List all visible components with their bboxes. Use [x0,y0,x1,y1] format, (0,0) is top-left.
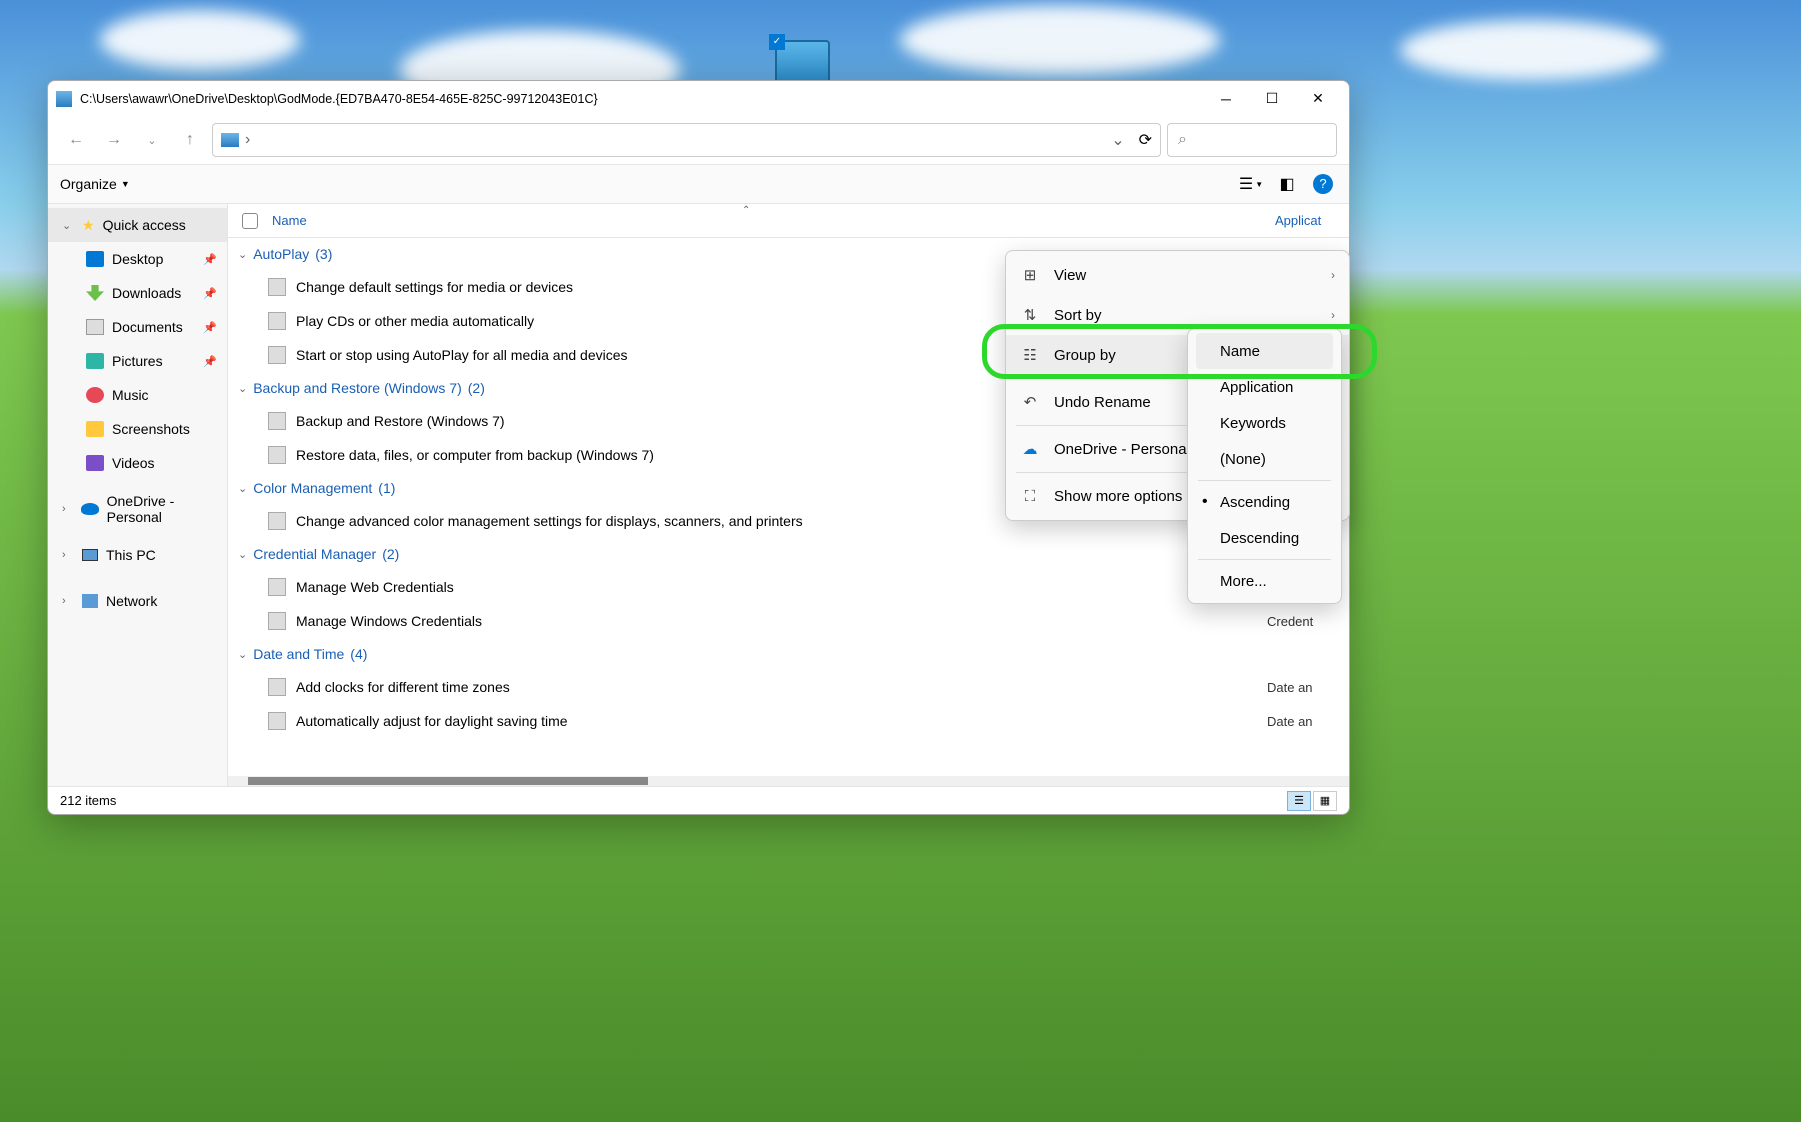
status-bar: 212 items ☰ ▦ [48,786,1349,814]
item-icon [268,412,286,430]
submenu-application[interactable]: Application [1196,369,1333,405]
sidebar-item-pictures[interactable]: Pictures📌 [48,344,227,378]
cloud-icon: ☁ [1020,439,1040,459]
search-input[interactable]: ⌕ [1167,123,1337,157]
quick-access-header[interactable]: ⌄★ Quick access [48,208,227,242]
address-bar[interactable]: › ⌄ ⟳ [212,123,1161,157]
sidebar-item-onedrive[interactable]: ›OneDrive - Personal [48,492,227,526]
column-header-row: Name⌃ Applicat [228,204,1349,238]
column-name[interactable]: Name⌃ [272,213,1275,228]
sidebar-item-network[interactable]: ›Network [48,584,227,618]
item-icon [268,578,286,596]
item-icon [268,712,286,730]
item-icon [268,346,286,364]
grid-icon: ⊞ [1020,265,1040,285]
chevron-right-icon: › [1331,308,1335,322]
bullet-icon: • [1202,493,1208,511]
breadcrumb-arrow: › [245,131,250,149]
desktop-shortcut-icon[interactable] [775,40,830,85]
group-header[interactable]: ⌄Date and Time (4) [228,638,1337,670]
expand-icon: ⛶ [1020,486,1040,506]
submenu-descending[interactable]: Descending [1196,520,1333,556]
thumbnails-view-button[interactable]: ▦ [1313,791,1337,811]
submenu-none[interactable]: (None) [1196,441,1333,477]
preview-pane-icon[interactable]: ◧ [1273,170,1301,198]
forward-button[interactable]: → [98,124,130,156]
sidebar-item-desktop[interactable]: Desktop📌 [48,242,227,276]
navigation-row: ← → ⌄ ↑ › ⌄ ⟳ ⌕ [48,116,1349,164]
submenu-more[interactable]: More... [1196,563,1333,599]
sidebar-item-music[interactable]: Music [48,378,227,412]
sort-indicator-icon: ⌃ [742,205,750,216]
help-button[interactable]: ? [1309,170,1337,198]
list-item[interactable]: Manage Windows CredentialsCredent [228,604,1337,638]
item-icon [268,312,286,330]
address-dropdown[interactable]: ⌄ [1111,130,1124,150]
column-application[interactable]: Applicat [1275,213,1335,228]
navigation-pane: ⌄★ Quick access Desktop📌 Downloads📌 Docu… [48,204,228,786]
sidebar-item-screenshots[interactable]: Screenshots [48,412,227,446]
item-icon [268,678,286,696]
toolbar: Organize▼ ☰▼ ◧ ? [48,164,1349,204]
item-count: 212 items [60,793,116,808]
list-item[interactable]: Add clocks for different time zonesDate … [228,670,1337,704]
pin-icon: 📌 [203,287,217,300]
pin-icon: 📌 [203,355,217,368]
chevron-right-icon: › [1331,268,1335,282]
minimize-button[interactable]: ─ [1203,84,1249,114]
details-view-button[interactable]: ☰ [1287,791,1311,811]
window-title: C:\Users\awawr\OneDrive\Desktop\GodMode.… [80,92,1203,106]
pin-icon: 📌 [203,253,217,266]
item-icon [268,278,286,296]
group-header[interactable]: ⌄Credential Manager (2) [228,538,1337,570]
item-icon [268,446,286,464]
horizontal-scrollbar[interactable] [228,776,1349,786]
search-icon: ⌕ [1178,131,1187,149]
submenu-name[interactable]: Name [1196,333,1333,369]
maximize-button[interactable]: ☐ [1249,84,1295,114]
list-item[interactable]: Automatically adjust for daylight saving… [228,704,1337,738]
menu-view[interactable]: ⊞ View › [1006,255,1349,295]
item-icon [268,612,286,630]
menu-separator [1198,480,1331,481]
sort-icon: ⇅ [1020,305,1040,325]
refresh-button[interactable]: ⟳ [1139,130,1152,150]
submenu-ascending[interactable]: •Ascending [1196,484,1333,520]
item-icon [268,512,286,530]
recent-dropdown[interactable]: ⌄ [136,124,168,156]
undo-icon: ↶ [1020,392,1040,412]
back-button[interactable]: ← [60,124,92,156]
sidebar-item-videos[interactable]: Videos [48,446,227,480]
select-all-checkbox[interactable] [242,213,258,229]
sidebar-item-documents[interactable]: Documents📌 [48,310,227,344]
pin-icon: 📌 [203,321,217,334]
titlebar[interactable]: C:\Users\awawr\OneDrive\Desktop\GodMode.… [48,81,1349,116]
view-menu-icon[interactable]: ☰▼ [1237,170,1265,198]
submenu-keywords[interactable]: Keywords [1196,405,1333,441]
group-icon: ☷ [1020,345,1040,365]
organize-menu[interactable]: Organize▼ [60,176,130,192]
menu-separator [1198,559,1331,560]
group-by-submenu: Name Application Keywords (None) •Ascend… [1187,328,1342,604]
app-icon [56,91,72,107]
location-icon [221,133,239,147]
close-button[interactable]: ✕ [1295,84,1341,114]
sidebar-item-this-pc[interactable]: ›This PC [48,538,227,572]
sidebar-item-downloads[interactable]: Downloads📌 [48,276,227,310]
list-item[interactable]: Manage Web CredentialsCredent [228,570,1337,604]
up-button[interactable]: ↑ [174,124,206,156]
